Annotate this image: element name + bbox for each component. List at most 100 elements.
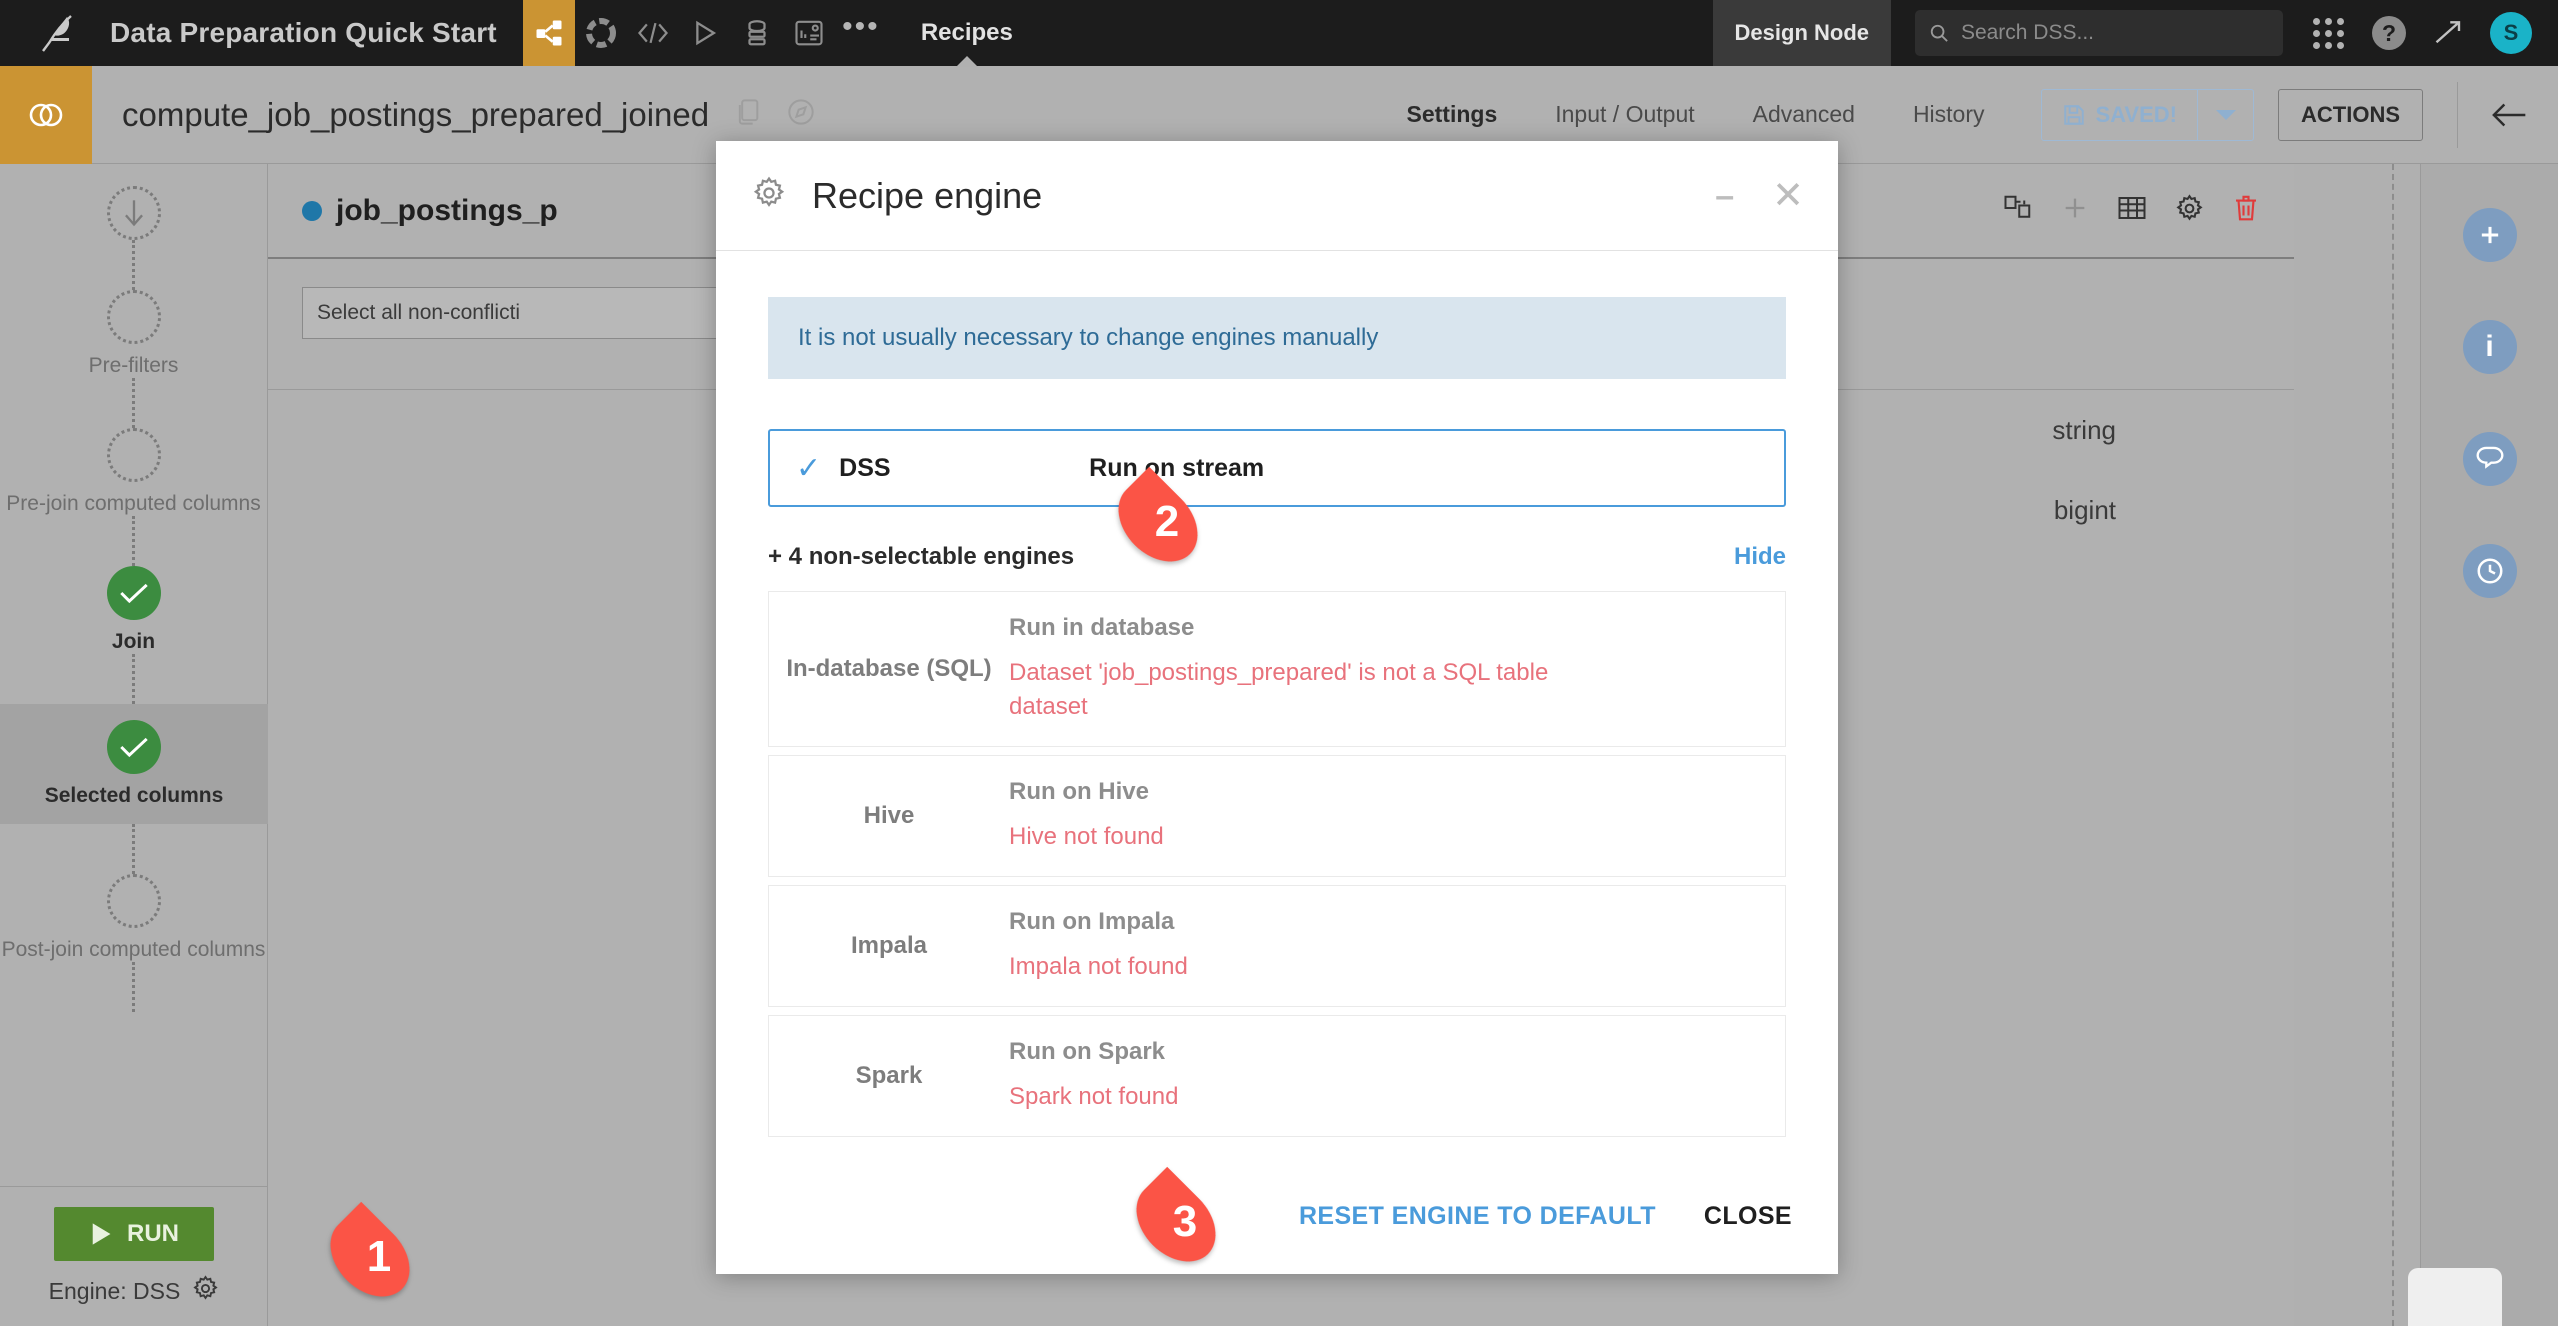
engine-description: Run on stream bbox=[1089, 453, 1265, 482]
sidebar-item-selected-columns[interactable]: Selected columns bbox=[0, 704, 268, 824]
engine-description: Run on Spark bbox=[1009, 1038, 1166, 1066]
check-icon: ✓ bbox=[796, 451, 822, 485]
save-button-label: SAVED! bbox=[2095, 101, 2178, 127]
check-icon bbox=[107, 720, 161, 774]
engine-description: Run on Impala bbox=[1009, 908, 1175, 936]
sidebar-item-post-join-computed-columns[interactable]: Post-join computed columns bbox=[0, 874, 267, 1012]
save-button-group: SAVED! bbox=[2040, 88, 2254, 141]
sidebar-item-label: Pre-filters bbox=[88, 354, 179, 377]
top-navigation-bar: Data Preparation Quick Start ••• Recipes… bbox=[0, 0, 2558, 67]
run-panel: RUN Engine: DSS bbox=[0, 1186, 268, 1326]
annotation-number: 3 bbox=[1172, 1197, 1198, 1246]
engine-gear-icon[interactable] bbox=[192, 1275, 219, 1308]
modal-footer: RESET ENGINE TO DEFAULT CLOSE bbox=[716, 1158, 1838, 1274]
info-icon[interactable]: i bbox=[2462, 320, 2517, 374]
add-icon[interactable] bbox=[2462, 208, 2517, 262]
flow-connector bbox=[132, 962, 135, 1012]
history-icon[interactable] bbox=[2462, 544, 2517, 598]
help-icon[interactable]: ? bbox=[2372, 16, 2406, 50]
compass-icon[interactable] bbox=[787, 98, 815, 131]
modal-body: It is not usually necessary to change en… bbox=[716, 251, 1838, 1158]
flow-connector bbox=[132, 824, 135, 874]
reset-engine-button[interactable]: RESET ENGINE TO DEFAULT bbox=[1299, 1202, 1656, 1231]
engine-option-spark: Spark Run on Spark Spark not found bbox=[768, 1015, 1786, 1138]
chevron-down-icon bbox=[2215, 109, 2236, 120]
flow-connector bbox=[132, 654, 135, 704]
flow-connector bbox=[132, 240, 135, 290]
modal-window-controls: – ✕ bbox=[1715, 173, 1804, 218]
apps-grid-icon[interactable] bbox=[2313, 17, 2344, 49]
save-button[interactable]: SAVED! bbox=[2042, 89, 2198, 141]
gear-icon[interactable] bbox=[2175, 193, 2204, 228]
engine-detail: Run in database Dataset 'job_postings_pr… bbox=[1009, 614, 1785, 724]
dataiku-bird-logo-icon[interactable] bbox=[30, 0, 86, 66]
discussions-icon[interactable] bbox=[2462, 432, 2517, 486]
tab-history[interactable]: History bbox=[1913, 101, 1985, 128]
avatar[interactable]: S bbox=[2490, 12, 2532, 54]
trending-up-icon[interactable] bbox=[2434, 17, 2464, 50]
flow-steps-list: Pre-filters Pre-join computed columns Jo… bbox=[0, 164, 268, 1012]
plus-icon[interactable] bbox=[2061, 194, 2089, 227]
trash-icon[interactable] bbox=[2232, 193, 2260, 228]
tab-settings[interactable]: Settings bbox=[1407, 101, 1498, 128]
dataset-tools bbox=[2003, 193, 2260, 228]
page-title: compute_job_postings_prepared_joined bbox=[122, 95, 710, 133]
design-node-badge[interactable]: Design Node bbox=[1712, 0, 1891, 66]
recipes-caret-indicator bbox=[955, 56, 978, 67]
copy-icon[interactable] bbox=[735, 98, 761, 131]
lab-icon[interactable] bbox=[575, 0, 627, 66]
engine-detail: Run on Hive Hive not found bbox=[1009, 778, 1785, 854]
jobs-play-icon[interactable] bbox=[679, 0, 731, 66]
sidebar-item-join[interactable]: Join bbox=[0, 566, 267, 704]
annotation-number: 2 bbox=[1154, 497, 1180, 546]
more-icon[interactable]: ••• bbox=[835, 0, 887, 66]
run-button[interactable]: RUN bbox=[54, 1207, 214, 1261]
flow-connector bbox=[132, 378, 135, 428]
recipes-label-text: Recipes bbox=[920, 19, 1013, 46]
search-icon bbox=[1930, 24, 1948, 42]
sidebar-item-pre-join-computed-columns[interactable]: Pre-join computed columns bbox=[0, 428, 267, 566]
select-columns-value: Select all non-conflicti bbox=[317, 301, 521, 324]
code-icon[interactable] bbox=[627, 0, 679, 66]
close-button[interactable]: CLOSE bbox=[1704, 1202, 1792, 1231]
non-selectable-header: + 4 non-selectable engines Hide bbox=[768, 543, 1786, 571]
tab-input-output[interactable]: Input / Output bbox=[1555, 101, 1694, 128]
engine-notice-banner: It is not usually necessary to change en… bbox=[768, 297, 1786, 379]
modal-title: Recipe engine bbox=[812, 174, 1043, 216]
flow-icon[interactable] bbox=[522, 0, 575, 66]
table-icon[interactable] bbox=[2117, 194, 2147, 227]
sidebar-item-label: Selected columns bbox=[44, 784, 224, 807]
check-icon bbox=[106, 566, 161, 620]
modal-header: Recipe engine – ✕ bbox=[716, 141, 1838, 251]
engine-detail: Run on Spark Spark not found bbox=[1009, 1038, 1785, 1114]
engine-error-message: Hive not found bbox=[1009, 823, 1164, 851]
save-dropdown-toggle[interactable] bbox=[2197, 88, 2253, 141]
engine-name: Spark bbox=[855, 1062, 923, 1090]
engine-detail: Run on Impala Impala not found bbox=[1009, 908, 1785, 984]
dashboards-icon[interactable] bbox=[783, 0, 835, 66]
step-node-empty bbox=[106, 290, 161, 344]
project-title: Data Preparation Quick Start bbox=[110, 17, 497, 48]
right-tools-rail: i bbox=[2408, 164, 2558, 1326]
arrow-left-icon[interactable] bbox=[2457, 81, 2528, 148]
search-dss-box[interactable] bbox=[1915, 10, 2283, 56]
recipes-breadcrumb[interactable]: Recipes bbox=[920, 0, 1013, 67]
hide-link[interactable]: Hide bbox=[1734, 543, 1786, 571]
actions-button[interactable]: ACTIONS bbox=[2278, 88, 2423, 141]
engine-error-message: Impala not found bbox=[1009, 953, 1188, 981]
step-node-empty bbox=[106, 428, 161, 482]
engine-option-dss[interactable]: ✓ DSS Run on stream bbox=[768, 429, 1786, 507]
columns-mapping-icon[interactable] bbox=[2003, 193, 2033, 228]
panel-divider bbox=[2392, 164, 2394, 1326]
search-input[interactable] bbox=[1960, 21, 2269, 45]
recipe-engine-modal: Recipe engine – ✕ It is not usually nece… bbox=[716, 141, 1838, 1274]
flow-step-start bbox=[0, 186, 267, 290]
engine-status: Engine: DSS bbox=[49, 1275, 220, 1308]
chat-bubble-icon[interactable] bbox=[2408, 1268, 2502, 1326]
automation-stack-icon[interactable] bbox=[731, 0, 783, 66]
tab-advanced[interactable]: Advanced bbox=[1753, 101, 1855, 128]
close-icon[interactable]: ✕ bbox=[1772, 173, 1804, 218]
minimize-icon[interactable]: – bbox=[1715, 179, 1734, 213]
sidebar-item-pre-filters[interactable]: Pre-filters bbox=[0, 290, 267, 428]
gear-icon bbox=[752, 176, 786, 215]
